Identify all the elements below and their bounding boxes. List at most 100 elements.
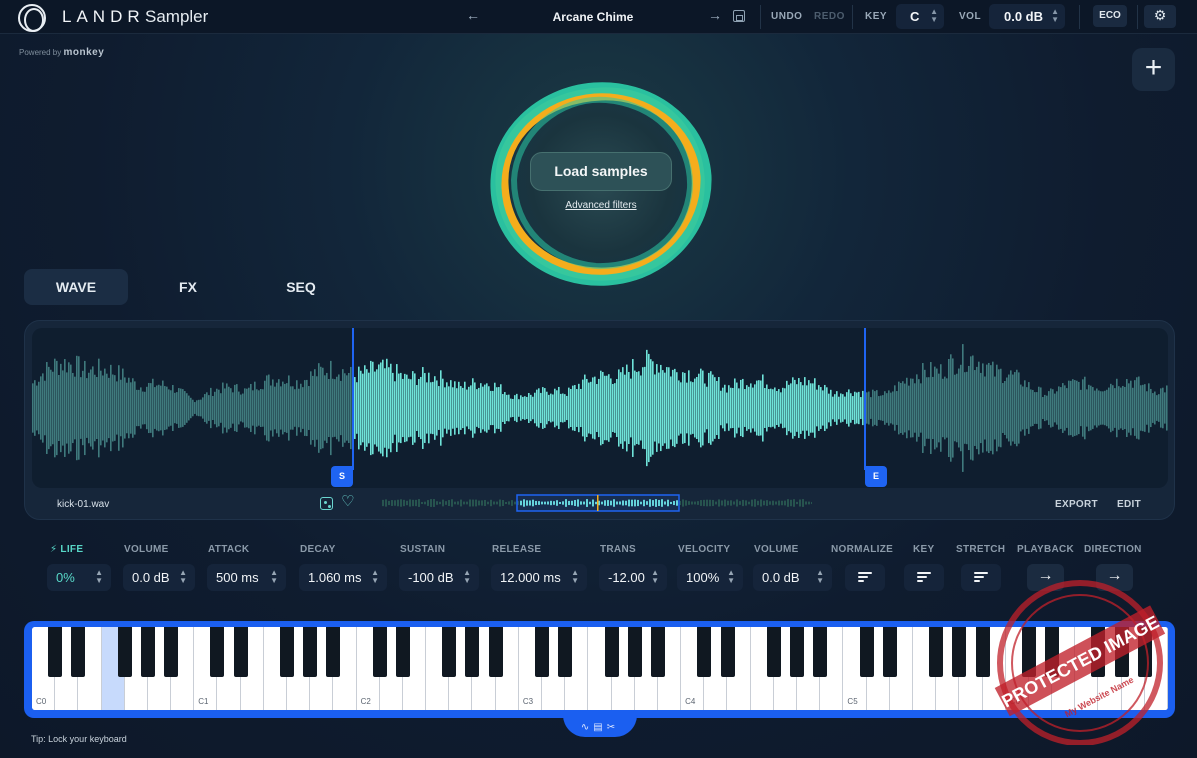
black-key[interactable] <box>488 627 503 677</box>
waveform-bar <box>412 371 414 445</box>
waveform-bar <box>938 373 940 443</box>
black-key[interactable] <box>303 627 318 677</box>
volume2-stepper[interactable]: 0.0 dB ▲ ▼ <box>753 564 832 591</box>
black-key[interactable] <box>164 627 179 677</box>
black-key[interactable] <box>442 627 457 677</box>
black-key[interactable] <box>766 627 781 677</box>
black-key[interactable] <box>952 627 967 677</box>
key-selector[interactable]: C ▲ ▼ <box>896 4 944 29</box>
black-key[interactable] <box>813 627 828 677</box>
heart-icon[interactable]: ♡ <box>341 494 354 509</box>
direction-button[interactable]: → <box>1096 564 1133 591</box>
advanced-filters-link[interactable]: Advanced filters <box>530 200 672 211</box>
gear-icon[interactable]: ⚙ <box>1144 5 1176 28</box>
release-stepper[interactable]: 12.000 ms ▲ ▼ <box>491 564 587 591</box>
previous-preset-arrow-icon[interactable]: ← <box>466 7 480 23</box>
piano-keyboard[interactable]: C0 C1 C2 C3 C4 C5 C6 <box>32 627 1168 710</box>
black-key[interactable] <box>627 627 642 677</box>
save-icon[interactable] <box>733 10 745 22</box>
stretch-button[interactable] <box>961 564 1001 591</box>
waveform-bar <box>508 394 510 422</box>
waveform-bar <box>222 382 224 434</box>
black-key[interactable] <box>790 627 805 677</box>
black-key[interactable] <box>117 627 132 677</box>
waveform-bar <box>898 381 900 435</box>
attack-stepper[interactable]: 500 ms ▲ ▼ <box>207 564 286 591</box>
black-key[interactable] <box>210 627 225 677</box>
sustain-value: -100 dB <box>408 570 454 585</box>
black-key[interactable] <box>859 627 874 677</box>
keyboard-tools[interactable]: ∿▤✂ <box>563 722 637 733</box>
waveform-bar <box>650 359 652 457</box>
load-samples-button[interactable]: Load samples <box>530 152 672 191</box>
waveform-icon[interactable]: ∿ <box>581 722 593 733</box>
black-key[interactable] <box>48 627 63 677</box>
overview-bar <box>760 499 762 507</box>
waveform-bar <box>340 380 342 436</box>
tab-fx[interactable]: FX <box>136 269 240 305</box>
sustain-stepper[interactable]: -100 dB ▲ ▼ <box>399 564 479 591</box>
add-instrument-button[interactable]: + <box>1132 48 1175 91</box>
end-marker-handle[interactable]: E <box>865 466 887 487</box>
black-key[interactable] <box>1045 627 1060 677</box>
black-key[interactable] <box>465 627 480 677</box>
waveform-bar <box>408 378 410 438</box>
preset-name[interactable]: Arcane Chime <box>520 10 666 24</box>
key-button[interactable] <box>904 564 944 591</box>
black-key[interactable] <box>233 627 248 677</box>
waveform-overview[interactable] <box>382 494 812 512</box>
undo-button[interactable]: UNDO <box>771 11 802 22</box>
waveform-bar <box>1020 384 1022 432</box>
export-button[interactable]: EXPORT <box>1055 499 1098 510</box>
black-key[interactable] <box>535 627 550 677</box>
normalize-button[interactable] <box>845 564 885 591</box>
scissors-icon[interactable]: ✂ <box>607 722 619 733</box>
overview-bar <box>784 500 786 506</box>
waveform-bar <box>456 388 458 428</box>
black-key[interactable] <box>1021 627 1036 677</box>
black-key[interactable] <box>1114 627 1129 677</box>
life-stepper[interactable]: 0% ▲ ▼ <box>47 564 111 591</box>
trans-stepper[interactable]: -12.00 ▲ ▼ <box>599 564 667 591</box>
black-key[interactable] <box>140 627 155 677</box>
waveform-bar <box>428 372 430 444</box>
eco-button[interactable]: ECO <box>1093 5 1127 27</box>
playback-button[interactable]: → <box>1027 564 1064 591</box>
volume-selector[interactable]: 0.0 dB ▲ ▼ <box>989 4 1065 29</box>
edit-button[interactable]: EDIT <box>1117 499 1141 510</box>
start-marker-line[interactable] <box>352 328 354 470</box>
black-key[interactable] <box>604 627 619 677</box>
waveform-bar <box>1010 370 1012 446</box>
start-marker-handle[interactable]: S <box>331 466 353 487</box>
black-key[interactable] <box>326 627 341 677</box>
keyboard-icon[interactable]: ▤ <box>593 722 606 733</box>
velocity-stepper[interactable]: 100% ▲ ▼ <box>677 564 743 591</box>
dice-icon[interactable] <box>320 497 333 510</box>
waveform-bar <box>1034 392 1036 424</box>
black-key[interactable] <box>71 627 86 677</box>
waveform-display[interactable] <box>32 328 1168 488</box>
tab-seq[interactable]: SEQ <box>249 269 353 305</box>
waveform-bar <box>902 381 904 435</box>
black-key[interactable] <box>1137 627 1152 677</box>
volume-stepper[interactable]: 0.0 dB ▲ ▼ <box>123 564 195 591</box>
black-key[interactable] <box>882 627 897 677</box>
black-key[interactable] <box>697 627 712 677</box>
black-key[interactable] <box>558 627 573 677</box>
redo-button[interactable]: REDO <box>814 11 845 22</box>
black-key[interactable] <box>1091 627 1106 677</box>
black-key[interactable] <box>280 627 295 677</box>
black-key[interactable] <box>975 627 990 677</box>
black-key[interactable] <box>720 627 735 677</box>
tab-wave[interactable]: WAVE <box>24 269 128 305</box>
black-key[interactable] <box>929 627 944 677</box>
next-preset-arrow-icon[interactable]: → <box>708 7 722 23</box>
black-key[interactable] <box>650 627 665 677</box>
waveform-bar <box>242 393 244 423</box>
black-key[interactable] <box>395 627 410 677</box>
waveform-bar <box>250 383 252 433</box>
decay-stepper[interactable]: 1.060 ms ▲ ▼ <box>299 564 387 591</box>
end-marker-line[interactable] <box>864 328 866 470</box>
black-key[interactable] <box>372 627 387 677</box>
chevron-up-down-icon: ▲ ▼ <box>816 568 824 585</box>
